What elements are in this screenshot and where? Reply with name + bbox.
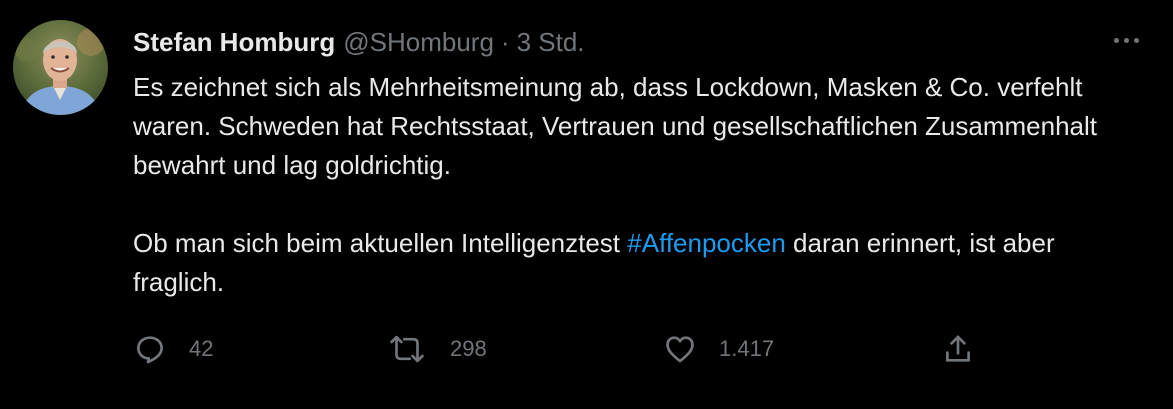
like-button[interactable]: 1.417 (663, 328, 774, 370)
share-button[interactable] (941, 328, 975, 370)
avatar[interactable] (13, 20, 108, 115)
retweet-button[interactable]: 298 (386, 328, 487, 370)
separator-dot: · (500, 26, 510, 57)
tweet[interactable]: Stefan Homburg @SHomburg · 3 Std. Es zei… (0, 0, 1173, 409)
retweet-count: 298 (450, 336, 487, 361)
hashtag-link[interactable]: #Affenpocken (627, 228, 786, 258)
tweet-header: Stefan Homburg @SHomburg · 3 Std. (133, 22, 585, 62)
timestamp[interactable]: 3 Std. (517, 27, 585, 58)
more-horizontal-icon[interactable] (1108, 26, 1144, 54)
reply-button[interactable]: 42 (133, 328, 213, 370)
tweet-text-before-hashtag: Ob man sich beim aktuellen Intelligenzte… (133, 228, 628, 258)
reply-count: 42 (189, 336, 214, 361)
reply-icon (133, 332, 167, 366)
like-count: 1.417 (719, 336, 775, 361)
heart-icon (663, 332, 697, 366)
display-name[interactable]: Stefan Homburg (133, 27, 335, 58)
user-handle[interactable]: @SHomburg (343, 27, 494, 58)
tweet-paragraph-1: Es zeichnet sich als Mehrheitsmeinung ab… (133, 72, 1097, 180)
tweet-paragraph-2: Ob man sich beim aktuellen Intelligenzte… (133, 224, 1143, 302)
share-icon (941, 332, 975, 366)
tweet-text: Es zeichnet sich als Mehrheitsmeinung ab… (133, 68, 1143, 302)
action-bar: 42 298 1.417 (133, 328, 993, 370)
retweet-icon (386, 332, 428, 366)
